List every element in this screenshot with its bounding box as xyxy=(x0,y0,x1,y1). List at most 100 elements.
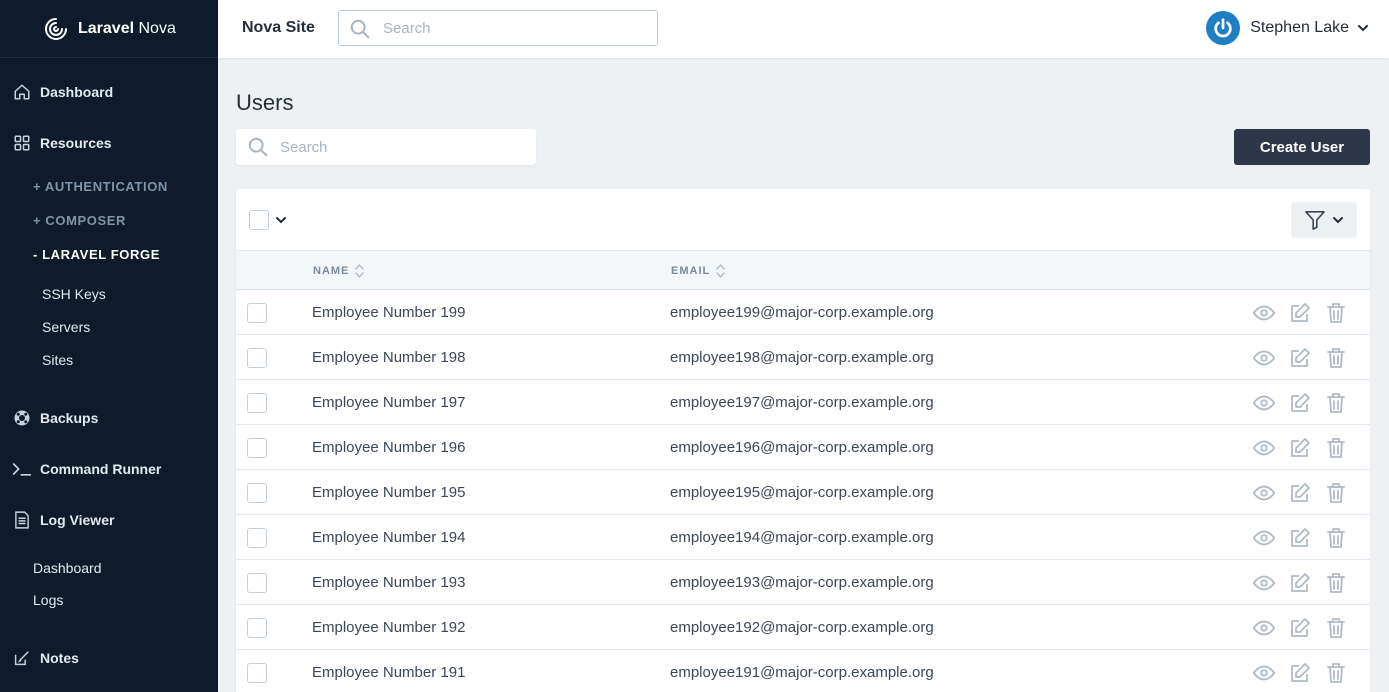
trash-icon[interactable] xyxy=(1324,391,1348,415)
nav-backups-label: Backups xyxy=(40,410,99,426)
trash-icon[interactable] xyxy=(1324,661,1348,685)
eye-icon[interactable] xyxy=(1252,481,1276,505)
eye-icon[interactable] xyxy=(1252,301,1276,325)
column-header-email-label: EMAIL xyxy=(671,265,711,277)
eye-icon[interactable] xyxy=(1252,661,1276,685)
eye-icon[interactable] xyxy=(1252,616,1276,640)
trash-icon[interactable] xyxy=(1324,301,1348,325)
table-row: Employee Number 198 employee198@major-co… xyxy=(236,335,1370,380)
nav-log-viewer-label: Log Viewer xyxy=(40,512,115,528)
pencil-icon[interactable] xyxy=(1288,526,1312,550)
column-header-name-label: NAME xyxy=(313,265,350,277)
resource-table-card: NAME EMAIL Employee Number 199 employee1… xyxy=(236,189,1370,692)
eye-icon[interactable] xyxy=(1252,526,1276,550)
group-composer[interactable]: + COMPOSER xyxy=(33,213,126,228)
site-name[interactable]: Nova Site xyxy=(242,19,315,37)
search-icon xyxy=(349,18,371,45)
topbar: Nova Site Stephen Lake xyxy=(218,0,1389,58)
row-checkbox[interactable] xyxy=(247,483,267,503)
page-title: Users xyxy=(236,90,294,115)
cell-email: employee194@major-corp.example.org xyxy=(670,529,934,546)
table-header: NAME EMAIL xyxy=(236,250,1370,290)
table-row: Employee Number 191 employee191@major-co… xyxy=(236,650,1370,692)
cell-name: Employee Number 191 xyxy=(312,664,466,681)
pencil-icon[interactable] xyxy=(1288,436,1312,460)
home-icon xyxy=(12,82,32,102)
sidebar-item-log-dashboard[interactable]: Dashboard xyxy=(33,560,102,576)
nav-resources-label: Resources xyxy=(40,135,112,151)
brand[interactable]: Laravel Nova xyxy=(0,0,218,58)
pencil-icon[interactable] xyxy=(1288,571,1312,595)
cell-email: employee198@major-corp.example.org xyxy=(670,349,934,366)
nav-notes[interactable]: Notes xyxy=(0,646,218,670)
resource-search[interactable] xyxy=(236,129,536,165)
row-checkbox[interactable] xyxy=(247,528,267,548)
sidebar-item-logs[interactable]: Logs xyxy=(33,592,63,608)
row-checkbox[interactable] xyxy=(247,573,267,593)
cell-name: Employee Number 193 xyxy=(312,574,466,591)
pencil-icon[interactable] xyxy=(1288,481,1312,505)
filter-icon xyxy=(1305,211,1325,230)
sidebar-item-ssh-keys[interactable]: SSH Keys xyxy=(42,286,106,302)
trash-icon[interactable] xyxy=(1324,526,1348,550)
pencil-icon[interactable] xyxy=(1288,661,1312,685)
row-checkbox[interactable] xyxy=(247,393,267,413)
eye-icon[interactable] xyxy=(1252,346,1276,370)
nav-notes-label: Notes xyxy=(40,650,79,666)
cell-email: employee197@major-corp.example.org xyxy=(670,394,934,411)
filter-button[interactable] xyxy=(1291,202,1357,238)
trash-icon[interactable] xyxy=(1324,616,1348,640)
nav-dashboard[interactable]: Dashboard xyxy=(0,80,218,104)
cell-name: Employee Number 198 xyxy=(312,349,466,366)
row-checkbox[interactable] xyxy=(247,618,267,638)
chevron-down-icon[interactable] xyxy=(275,214,287,226)
nav-log-viewer[interactable]: Log Viewer xyxy=(0,508,218,532)
column-header-name[interactable]: NAME xyxy=(313,264,365,278)
table-row: Employee Number 199 employee199@major-co… xyxy=(236,290,1370,335)
eye-icon[interactable] xyxy=(1252,436,1276,460)
terminal-icon xyxy=(12,459,32,479)
eye-icon[interactable] xyxy=(1252,391,1276,415)
pencil-icon[interactable] xyxy=(1288,391,1312,415)
user-menu[interactable]: Stephen Lake xyxy=(1206,11,1369,45)
global-search-input[interactable] xyxy=(383,17,643,39)
cell-email: employee192@major-corp.example.org xyxy=(670,619,934,636)
trash-icon[interactable] xyxy=(1324,481,1348,505)
row-checkbox[interactable] xyxy=(247,438,267,458)
edit-note-icon xyxy=(12,648,32,668)
row-checkbox[interactable] xyxy=(247,663,267,683)
cell-name: Employee Number 197 xyxy=(312,394,466,411)
user-name: Stephen Lake xyxy=(1250,19,1349,36)
search-icon xyxy=(247,136,269,163)
sidebar-item-sites[interactable]: Sites xyxy=(42,352,73,368)
pencil-icon[interactable] xyxy=(1288,346,1312,370)
resource-search-input[interactable] xyxy=(280,136,520,158)
nav-dashboard-label: Dashboard xyxy=(40,84,114,100)
row-checkbox[interactable] xyxy=(247,348,267,368)
pencil-icon[interactable] xyxy=(1288,616,1312,640)
group-laravel-forge[interactable]: - LARAVEL FORGE xyxy=(33,247,160,262)
trash-icon[interactable] xyxy=(1324,571,1348,595)
table-row: Employee Number 196 employee196@major-co… xyxy=(236,425,1370,470)
table-row: Employee Number 195 employee195@major-co… xyxy=(236,470,1370,515)
column-header-email[interactable]: EMAIL xyxy=(671,264,725,278)
sidebar-item-servers[interactable]: Servers xyxy=(42,319,90,335)
create-user-button[interactable]: Create User xyxy=(1234,129,1370,165)
nav-command-runner[interactable]: Command Runner xyxy=(0,457,218,481)
table-row: Employee Number 193 employee193@major-co… xyxy=(236,560,1370,605)
table-toolbar xyxy=(236,189,1370,250)
nav-backups[interactable]: Backups xyxy=(0,406,218,430)
global-search[interactable] xyxy=(338,10,658,46)
sidebar: Laravel Nova Dashboard Resources + AUTHE… xyxy=(0,0,218,692)
cell-email: employee195@major-corp.example.org xyxy=(670,484,934,501)
trash-icon[interactable] xyxy=(1324,436,1348,460)
nav-resources[interactable]: Resources xyxy=(0,131,218,155)
pencil-icon[interactable] xyxy=(1288,301,1312,325)
row-checkbox[interactable] xyxy=(247,303,267,323)
trash-icon[interactable] xyxy=(1324,346,1348,370)
select-all-control[interactable] xyxy=(249,210,287,230)
grid-icon xyxy=(12,133,32,153)
group-authentication[interactable]: + AUTHENTICATION xyxy=(33,179,168,194)
eye-icon[interactable] xyxy=(1252,571,1276,595)
select-all-checkbox[interactable] xyxy=(249,210,269,230)
